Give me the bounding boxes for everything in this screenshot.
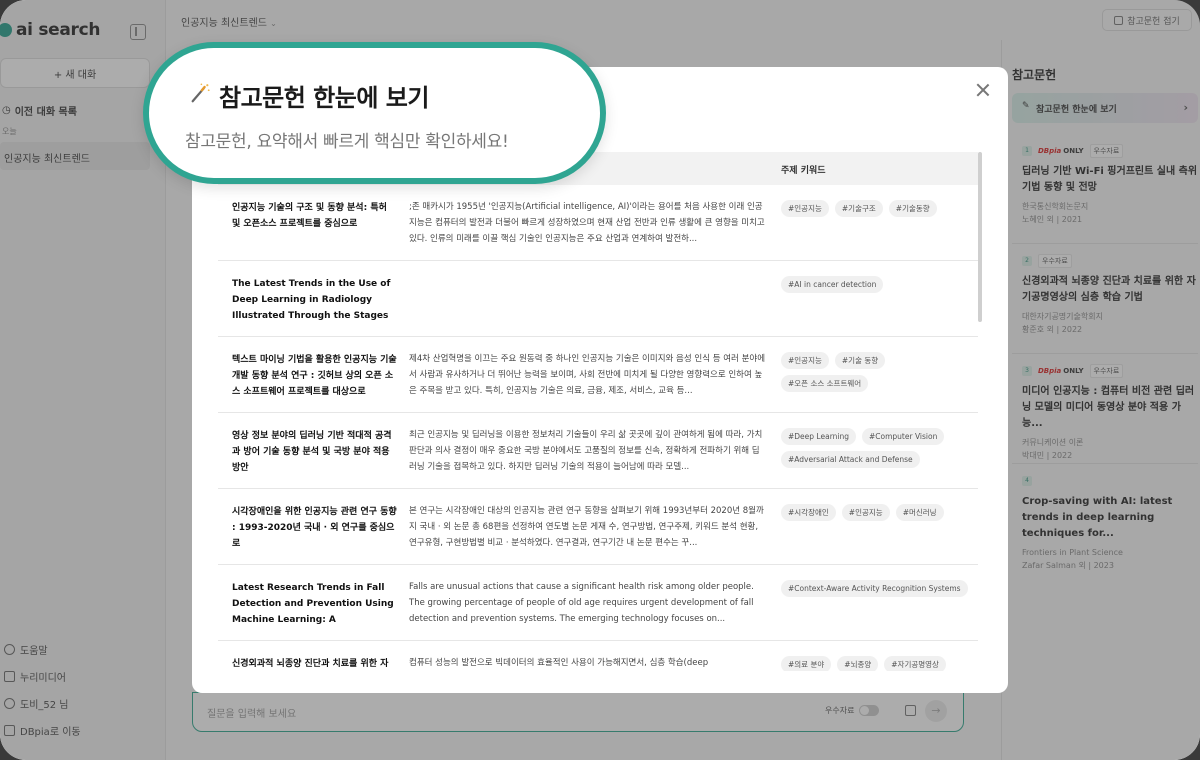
table-row[interactable]: 시각장애인을 위한 인공지능 관련 연구 동향 : 1993-2020년 국내 … xyxy=(218,489,978,565)
row-keywords: #AI in cancer detection xyxy=(781,276,971,293)
feature-callout: 참고문헌 한눈에 보기 참고문헌, 요약해서 빠르게 핵심만 확인하세요! xyxy=(143,42,606,184)
row-title[interactable]: The Latest Trends in the Use of Deep Lea… xyxy=(232,276,398,324)
callout-title: 참고문헌 한눈에 보기 xyxy=(219,84,429,112)
keyword-chip[interactable]: #Context-Aware Activity Recognition Syst… xyxy=(781,580,968,597)
row-title[interactable]: 인공지능 기술의 구조 및 동향 분석: 특허 및 오픈소스 프로젝트를 중심으… xyxy=(232,200,398,232)
row-summary: 제4차 산업혁명을 이끄는 주요 원동력 중 하나인 인공지능 기술은 이미지와… xyxy=(409,354,766,396)
table-row[interactable]: 영상 정보 분야의 딥러닝 기반 적대적 공격과 방어 기술 동향 분석 및 국… xyxy=(218,413,978,489)
app-frame: ai search + 새 대화 ◷ 이전 대화 목록 오늘 인공지능 최신트렌… xyxy=(0,0,1200,760)
row-summary: ;존 매카시가 1955년 '인공지능(Artificial intellige… xyxy=(409,202,765,244)
keyword-chip[interactable]: #Adversarial Attack and Defense xyxy=(781,451,920,468)
row-summary: Falls are unusual actions that cause a s… xyxy=(409,582,754,624)
table-row[interactable]: 인공지능 기술의 구조 및 동향 분석: 특허 및 오픈소스 프로젝트를 중심으… xyxy=(218,185,978,261)
scrollbar-thumb[interactable] xyxy=(978,152,982,322)
keyword-chip[interactable]: #의료 분야 xyxy=(781,656,832,671)
table-row[interactable]: 텍스트 마이닝 기법을 활용한 인공지능 기술개발 동향 분석 연구 : 깃허브… xyxy=(218,337,978,413)
row-summary: 컴퓨터 성능의 발전으로 빅데이터의 효율적인 사용이 가능해지면서, 심층 학… xyxy=(409,658,709,668)
row-keywords: #의료 분야 #뇌종양 #자기공명영상 xyxy=(781,656,971,671)
modal-scrollbar[interactable] xyxy=(978,152,982,682)
keyword-chip[interactable]: #뇌종양 xyxy=(837,656,879,671)
keyword-chip[interactable]: #인공지능 xyxy=(781,200,829,217)
keyword-chip[interactable]: #오픈 소스 소프트웨어 xyxy=(781,375,869,392)
keyword-chip[interactable]: #머신러닝 xyxy=(895,504,944,521)
table-row[interactable]: The Latest Trends in the Use of Deep Lea… xyxy=(218,261,978,337)
magic-wand-icon xyxy=(191,83,210,103)
table-row[interactable]: 신경외과적 뇌종양 진단과 치료를 위한 자 컴퓨터 성능의 발전으로 빅데이터… xyxy=(218,641,978,671)
keyword-chip[interactable]: #Computer Vision xyxy=(862,428,945,445)
keyword-chip[interactable]: #AI in cancer detection xyxy=(781,276,884,293)
keyword-chip[interactable]: #Deep Learning xyxy=(781,428,856,445)
keyword-column-header: 주제 키워드 xyxy=(781,166,826,176)
keyword-chip[interactable]: #인공지능 xyxy=(781,352,829,369)
row-summary: 본 연구는 시각장애인 대상의 인공지능 관련 연구 동향을 살펴보기 위해 1… xyxy=(409,506,764,548)
row-title[interactable]: 신경외과적 뇌종양 진단과 치료를 위한 자 xyxy=(232,656,398,671)
keyword-chip[interactable]: #인공지능 xyxy=(841,504,890,521)
row-title[interactable]: Latest Research Trends in Fall Detection… xyxy=(232,580,398,628)
row-title[interactable]: 텍스트 마이닝 기법을 활용한 인공지능 기술개발 동향 분석 연구 : 깃허브… xyxy=(232,352,398,400)
reference-table: 인공지능 기술의 구조 및 동향 분석: 특허 및 오픈소스 프로젝트를 중심으… xyxy=(218,185,978,671)
keyword-chip[interactable]: #기술구조 xyxy=(834,200,883,217)
row-keywords: #인공지능 #기술구조 #기술동향 xyxy=(781,200,971,217)
row-title[interactable]: 영상 정보 분야의 딥러닝 기반 적대적 공격과 방어 기술 동향 분석 및 국… xyxy=(232,428,398,476)
table-row[interactable]: Latest Research Trends in Fall Detection… xyxy=(218,565,978,641)
keyword-chip[interactable]: #시각장애인 xyxy=(781,504,836,521)
row-title[interactable]: 시각장애인을 위한 인공지능 관련 연구 동향 : 1993-2020년 국내 … xyxy=(232,504,398,552)
row-summary: 최근 인공지능 및 딥러닝을 이용한 정보처리 기술들이 우리 삶 곳곳에 깊이… xyxy=(409,430,763,472)
close-icon[interactable] xyxy=(974,81,992,99)
keyword-chip[interactable]: #자기공명영상 xyxy=(884,656,946,671)
keyword-chip[interactable]: #기술 동향 xyxy=(834,352,886,369)
row-keywords: #인공지능 #기술 동향 #오픈 소스 소프트웨어 xyxy=(781,352,971,392)
row-keywords: #Context-Aware Activity Recognition Syst… xyxy=(781,580,971,597)
keyword-chip[interactable]: #기술동향 xyxy=(888,200,937,217)
row-keywords: #시각장애인 #인공지능 #머신러닝 xyxy=(781,504,971,521)
row-keywords: #Deep Learning #Computer Vision #Adversa… xyxy=(781,428,971,468)
callout-subtitle: 참고문헌, 요약해서 빠르게 핵심만 확인하세요! xyxy=(185,132,509,152)
